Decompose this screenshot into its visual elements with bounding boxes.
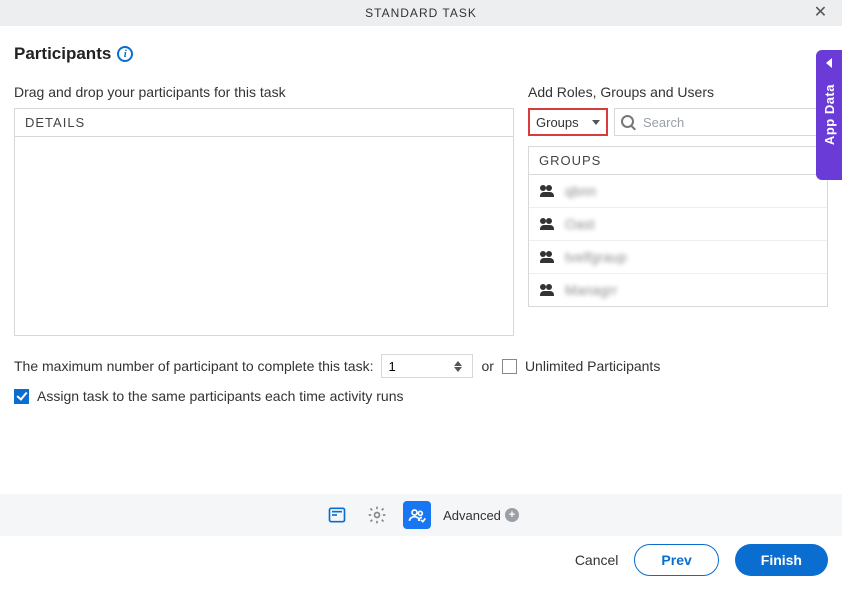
list-item[interactable]: qbnn [529,175,827,208]
search-input[interactable] [641,114,821,131]
group-name: qbnn [565,183,596,199]
participants-drop-zone[interactable]: DETAILS [14,108,514,336]
list-item[interactable]: Managrr [529,274,827,306]
prev-button[interactable]: Prev [634,544,718,576]
group-name: Managrr [565,282,617,298]
type-select-value: Groups [536,115,579,130]
groups-panel: GROUPS qbnn Oast tvelfgraup [528,146,828,307]
chevron-down-icon [592,120,600,125]
group-name: Oast [565,216,595,232]
type-select[interactable]: Groups [528,108,608,136]
assign-row: Assign task to the same participants eac… [14,388,828,404]
heading-text: Participants [14,44,111,64]
unlimited-checkbox[interactable] [502,359,517,374]
assign-label: Assign task to the same participants eac… [37,388,404,404]
standard-task-dialog: STANDARD TASK ✕ App Data Participants i … [0,0,842,584]
participants-tool-button[interactable] [403,501,431,529]
advanced-label: Advanced [443,508,501,523]
form-icon [327,505,347,525]
max-participants-row: The maximum number of participant to com… [14,354,828,378]
or-label: or [481,358,493,374]
plus-icon: + [505,508,519,522]
cancel-button[interactable]: Cancel [575,552,619,568]
add-label: Add Roles, Groups and Users [528,84,828,100]
people-icon [407,505,427,525]
unlimited-label: Unlimited Participants [525,358,660,374]
search-icon [621,115,635,129]
stepper-up-icon[interactable] [454,361,462,366]
chevron-left-icon [826,58,832,68]
settings-button[interactable] [363,501,391,529]
page-title: Participants i [14,44,828,64]
gear-icon [367,505,387,525]
assign-checkbox[interactable] [14,389,29,404]
titlebar: STANDARD TASK ✕ [0,0,842,26]
group-icon [539,284,555,296]
footer: Cancel Prev Finish [0,536,842,584]
max-participants-input[interactable] [382,359,450,374]
close-icon[interactable]: ✕ [808,0,834,26]
max-participants-stepper[interactable] [381,354,473,378]
add-column: Add Roles, Groups and Users Groups GROUP… [528,84,828,336]
search-field-wrap [614,108,828,136]
dialog-title: STANDARD TASK [365,6,477,20]
max-label: The maximum number of participant to com… [14,358,373,374]
drop-label: Drag and drop your participants for this… [14,84,514,100]
advanced-button[interactable]: Advanced + [443,508,519,523]
group-icon [539,251,555,263]
spinner-group [450,361,466,372]
participants-column: Drag and drop your participants for this… [14,84,514,336]
stepper-down-icon[interactable] [454,367,462,372]
form-view-button[interactable] [323,501,351,529]
drop-header: DETAILS [15,109,513,137]
group-icon [539,185,555,197]
info-icon[interactable]: i [117,46,133,62]
group-name: tvelfgraup [565,249,626,265]
toolbar: Advanced + [0,494,842,536]
dialog-body: Participants i Drag and drop your partic… [0,26,842,414]
groups-header: GROUPS [529,147,827,175]
group-icon [539,218,555,230]
list-item[interactable]: Oast [529,208,827,241]
finish-button[interactable]: Finish [735,544,828,576]
columns: Drag and drop your participants for this… [14,84,828,336]
list-item[interactable]: tvelfgraup [529,241,827,274]
app-data-label: App Data [822,84,837,145]
app-data-tab[interactable]: App Data [816,50,842,180]
type-search-row: Groups [528,108,828,136]
